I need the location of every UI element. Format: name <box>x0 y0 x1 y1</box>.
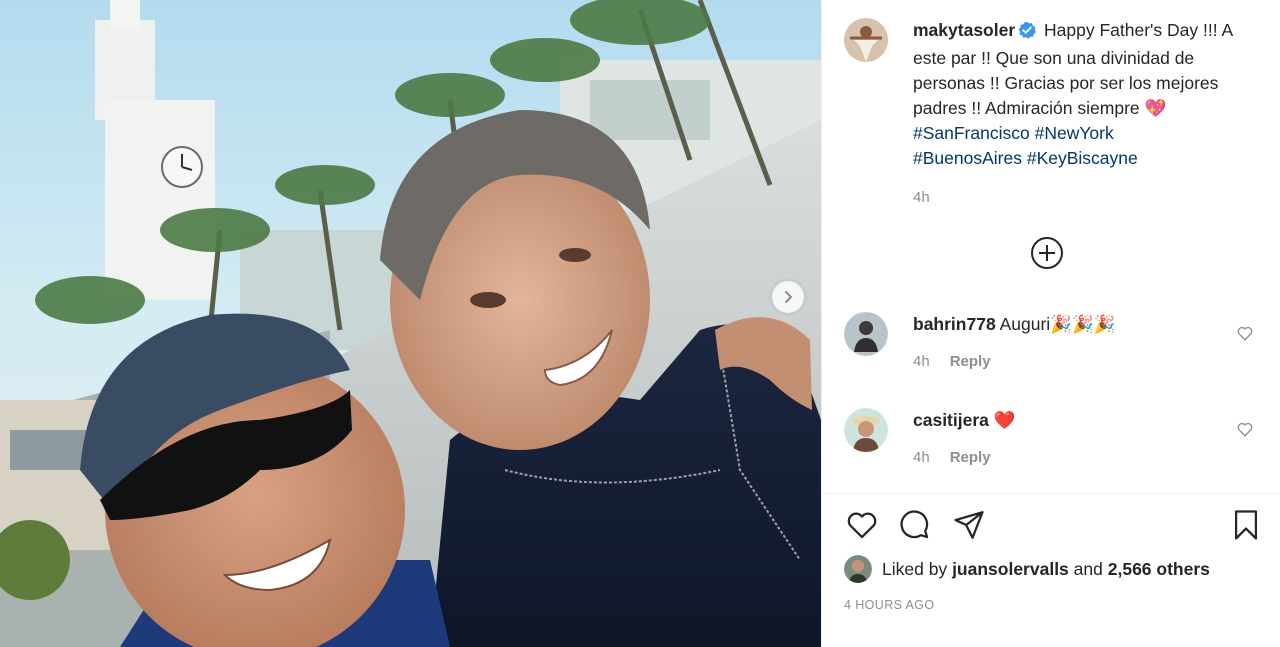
hashtag-buenosaires[interactable]: #BuenosAires <box>913 148 1022 168</box>
party-popper-emoji: 🎉🎉🎉 <box>1050 314 1116 334</box>
commenter-avatar[interactable] <box>844 408 888 452</box>
plus-circle-icon <box>1031 237 1063 269</box>
hashtag-keybiscayne[interactable]: #KeyBiscayne <box>1027 148 1138 168</box>
photo-of-two-men-smiling <box>0 0 821 647</box>
verified-badge-icon <box>1018 21 1037 46</box>
likes-count[interactable]: 2,566 others <box>1108 559 1210 580</box>
red-heart-emoji: ❤️ <box>993 410 1016 430</box>
post-side-panel: makytasoler Happy Father's Day !!! A est… <box>821 0 1280 647</box>
liker-avatar[interactable] <box>844 555 872 583</box>
caption-text: makytasoler Happy Father's Day !!! A est… <box>913 18 1243 210</box>
likes-prefix: Liked by <box>882 558 948 579</box>
reply-button[interactable]: Reply <box>950 449 991 466</box>
instagram-post: makytasoler Happy Father's Day !!! A est… <box>0 0 1280 647</box>
share-button[interactable] <box>951 507 987 543</box>
likes-summary: Liked by juansolervalls and 2,566 others <box>844 555 1210 583</box>
author-username[interactable]: makytasoler <box>913 20 1015 40</box>
likes-connector: and <box>1073 558 1103 579</box>
caption-block: makytasoler Happy Father's Day !!! A est… <box>844 18 1264 210</box>
divider <box>822 493 1280 494</box>
comment-text: Auguri <box>999 314 1051 334</box>
commenter-username[interactable]: bahrin778 <box>913 314 996 334</box>
comment-item: bahrin778 Auguri🎉🎉🎉 4h Reply <box>844 312 1264 370</box>
reply-button[interactable]: Reply <box>950 353 991 370</box>
comment-time[interactable]: 4h <box>913 353 930 370</box>
action-bar <box>844 507 1264 543</box>
author-avatar[interactable] <box>844 18 888 62</box>
hashtag-newyork[interactable]: #NewYork <box>1035 123 1114 143</box>
comment-time[interactable]: 4h <box>913 449 930 466</box>
commenter-username[interactable]: casitijera <box>913 410 989 430</box>
comment-like-button[interactable] <box>1236 324 1254 347</box>
comment-like-button[interactable] <box>1236 420 1254 443</box>
heart-icon <box>847 512 877 539</box>
comment-button[interactable] <box>897 507 933 543</box>
post-timestamp[interactable]: 4 HOURS AGO <box>844 598 935 612</box>
hashtag-sanfrancisco[interactable]: #SanFrancisco <box>913 123 1030 143</box>
next-photo-button[interactable] <box>772 281 804 313</box>
heart-outline-icon <box>1237 326 1253 341</box>
bookmark-icon <box>1234 510 1258 540</box>
share-icon <box>954 511 984 539</box>
comment-item: casitijera ❤️ 4h Reply <box>844 408 1264 466</box>
like-button[interactable] <box>844 507 880 543</box>
comment-icon <box>900 510 929 539</box>
caption-time[interactable]: 4h <box>913 185 1243 210</box>
commenter-avatar[interactable] <box>844 312 888 356</box>
chevron-right-icon <box>785 291 792 303</box>
sparkling-heart-emoji: 💖 <box>1144 98 1167 118</box>
post-photo[interactable] <box>0 0 821 647</box>
load-more-comments-button[interactable] <box>1028 234 1066 272</box>
save-button[interactable] <box>1228 507 1264 543</box>
liker-username[interactable]: juansolervalls <box>952 559 1069 580</box>
heart-outline-icon <box>1237 422 1253 437</box>
